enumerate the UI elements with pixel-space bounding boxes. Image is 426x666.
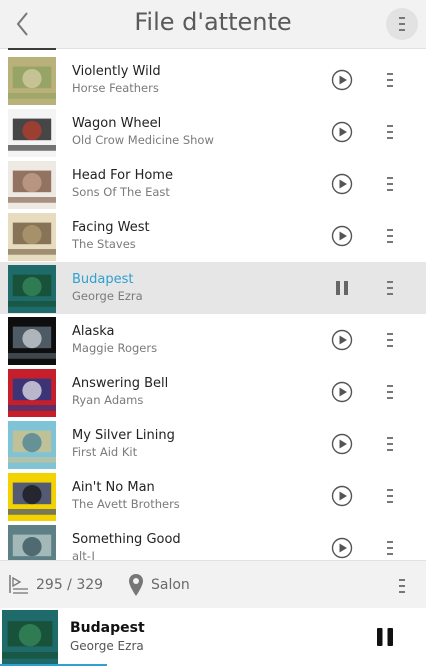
row-menu-icon[interactable] [384,435,396,453]
track-artist: Sons Of The East [72,185,170,199]
album-cover [8,369,56,417]
play-icon[interactable] [331,329,353,351]
album-cover [8,213,56,261]
track-artist: George Ezra [72,289,143,303]
track-artist: Maggie Rogers [72,341,158,355]
play-icon[interactable] [331,433,353,455]
track-title: Budapest [72,272,134,287]
queue-row[interactable]: Answering Bell Ryan Adams [0,366,426,418]
pause-icon[interactable] [375,627,395,647]
track-title: My Silver Lining [72,428,175,443]
play-icon[interactable] [331,121,353,143]
queue-row[interactable]: Facing West The Staves [0,210,426,262]
now-playing-cover [2,610,58,666]
track-artist: Ryan Adams [72,393,144,407]
track-artist: alt-J [72,549,95,560]
album-cover [8,57,56,105]
track-title: Something Good [72,532,181,547]
page-title: File d'attente [134,8,292,36]
queue-row[interactable]: Ain't No Man The Avett Brothers [0,470,426,522]
queue-row[interactable]: Something Good alt-J [0,522,426,560]
footer-bar: 295 / 329 Salon [0,560,426,609]
play-icon[interactable] [331,485,353,507]
queue-row[interactable]: Violently Wild Horse Feathers [0,54,426,106]
track-title: Wagon Wheel [72,116,162,131]
track-artist: Horse Feathers [72,81,159,95]
queue-position: 295 / 329 [36,577,104,593]
row-menu-icon[interactable] [384,71,396,89]
now-playing-artist: George Ezra [70,639,144,653]
queue-list-icon[interactable] [8,573,30,595]
track-artist: The Staves [72,237,136,251]
play-icon[interactable] [331,225,353,247]
kebab-icon [396,15,408,33]
play-icon[interactable] [331,537,353,559]
track-artist: The Avett Brothers [72,497,180,511]
track-title: Ain't No Man [72,480,155,495]
album-cover [8,473,56,521]
album-cover [8,525,56,560]
track-title: Answering Bell [72,376,169,391]
row-menu-icon[interactable] [384,383,396,401]
row-menu-icon[interactable] [384,279,396,297]
footer-menu-icon[interactable] [396,577,408,595]
queue-row[interactable]: Wagon Wheel Old Crow Medicine Show [0,106,426,158]
album-cover [8,161,56,209]
play-icon[interactable] [331,69,353,91]
track-artist: Old Crow Medicine Show [72,133,214,147]
album-cover [8,421,56,469]
album-cover [8,317,56,365]
play-icon[interactable] [331,381,353,403]
queue-list[interactable]: Violently Wild Horse Feathers Wagon Wheel O… [0,48,426,560]
now-playing-bar[interactable]: Budapest George Ezra [0,608,426,666]
row-menu-icon[interactable] [384,539,396,557]
row-menu-icon[interactable] [384,487,396,505]
track-title: Facing West [72,220,150,235]
track-artist: First Aid Kit [72,445,138,459]
row-menu-icon[interactable] [384,175,396,193]
row-menu-icon[interactable] [384,123,396,141]
album-cover [8,109,56,157]
track-title: Violently Wild [72,64,161,79]
queue-row[interactable]: Budapest George Ezra [0,262,426,314]
queue-row[interactable]: Head For Home Sons Of The East [0,158,426,210]
play-icon[interactable] [331,173,353,195]
header-menu-button[interactable] [386,8,418,40]
pause-icon[interactable] [331,277,353,299]
row-menu-icon[interactable] [384,331,396,349]
queue-row[interactable]: Alaska Maggie Rogers [0,314,426,366]
row-menu-icon[interactable] [384,227,396,245]
track-title: Head For Home [72,168,173,183]
album-cover [8,265,56,313]
header-bar: File d'attente [0,0,426,49]
room-name[interactable]: Salon [151,577,190,593]
previous-item-edge [8,48,56,50]
queue-row[interactable]: My Silver Lining First Aid Kit [0,418,426,470]
location-pin-icon[interactable] [128,573,144,597]
track-title: Alaska [72,324,115,339]
now-playing-title: Budapest [70,620,145,636]
